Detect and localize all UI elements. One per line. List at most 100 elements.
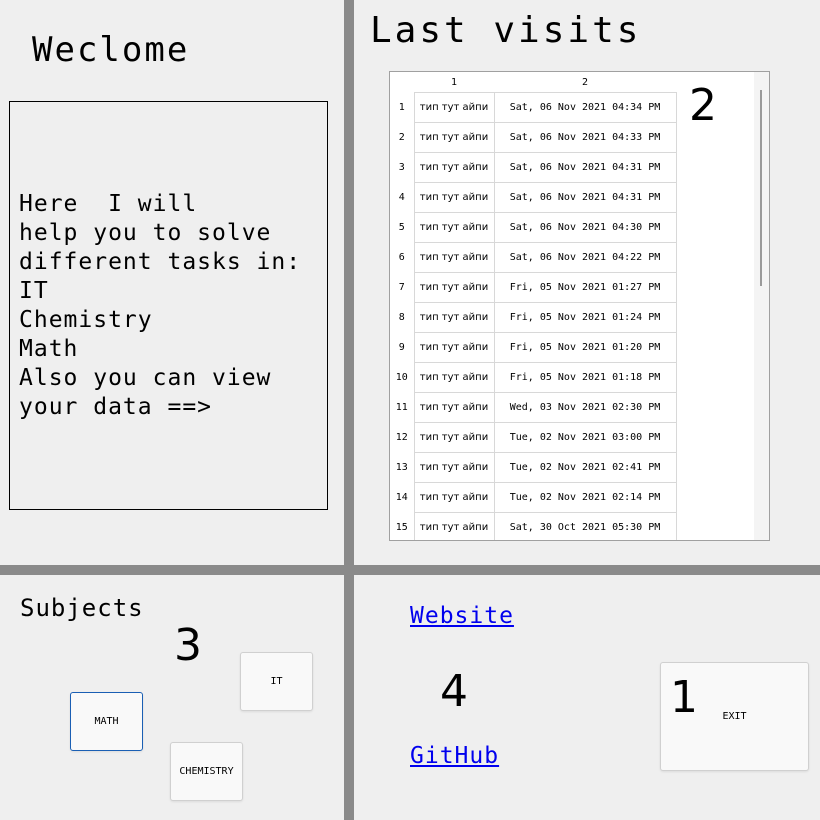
table-row[interactable]: 4 тип тут айпи Sat, 06 Nov 2021 04:31 PM	[390, 182, 753, 213]
row-number[interactable]: 3	[390, 152, 415, 183]
visit-date-cell[interactable]: Fri, 05 Nov 2021 01:18 PM	[493, 362, 677, 393]
visit-name-cell[interactable]: тип тут айпи	[413, 452, 495, 483]
visit-name-cell[interactable]: тип тут айпи	[413, 482, 495, 513]
welcome-line: Here I will	[19, 190, 198, 217]
table-row[interactable]: 8 тип тут айпи Fri, 05 Nov 2021 01:24 PM	[390, 302, 753, 333]
table-row[interactable]: 6 тип тут айпи Sat, 06 Nov 2021 04:22 PM	[390, 242, 753, 273]
vertical-splitter[interactable]	[344, 0, 354, 820]
visit-empty-cell	[676, 453, 753, 483]
visit-name-cell[interactable]: тип тут айпи	[413, 392, 495, 423]
welcome-line: your data ==>	[19, 393, 213, 420]
visit-empty-cell	[676, 243, 753, 273]
welcome-line: Chemistry	[19, 306, 153, 333]
math-button[interactable]: MATH	[70, 692, 143, 751]
subjects-title: Subjects	[20, 594, 144, 622]
visit-name-cell[interactable]: тип тут айпи	[413, 92, 495, 123]
table-row[interactable]: 13 тип тут айпи Tue, 02 Nov 2021 02:41 PM	[390, 452, 753, 483]
visit-empty-cell	[676, 483, 753, 513]
visit-date-cell[interactable]: Fri, 05 Nov 2021 01:20 PM	[493, 332, 677, 363]
visit-name-cell[interactable]: тип тут айпи	[413, 422, 495, 453]
table-scrollbar-thumb[interactable]	[760, 90, 762, 286]
visit-empty-cell	[676, 183, 753, 213]
row-number[interactable]: 13	[390, 452, 415, 483]
table-row[interactable]: 9 тип тут айпи Fri, 05 Nov 2021 01:20 PM	[390, 332, 753, 363]
website-link[interactable]: Website	[410, 603, 514, 629]
visits-badge-number: 2	[689, 80, 717, 131]
visit-name-cell[interactable]: тип тут айпи	[413, 212, 495, 243]
visit-name-cell[interactable]: тип тут айпи	[413, 512, 495, 540]
welcome-text-box: Here I will help you to solve different …	[9, 101, 328, 510]
links-badge-number: 4	[440, 666, 468, 717]
row-number[interactable]: 15	[390, 512, 415, 540]
table-row[interactable]: 7 тип тут айпи Fri, 05 Nov 2021 01:27 PM	[390, 272, 753, 303]
welcome-line: different tasks in:	[19, 248, 302, 275]
welcome-title: Weclome	[32, 30, 190, 70]
visit-date-cell[interactable]: Sat, 06 Nov 2021 04:31 PM	[493, 182, 677, 213]
visit-empty-cell	[676, 393, 753, 423]
visit-date-cell[interactable]: Sat, 06 Nov 2021 04:30 PM	[493, 212, 677, 243]
row-number[interactable]: 7	[390, 272, 415, 303]
welcome-line: Math	[19, 335, 79, 362]
github-link[interactable]: GitHub	[410, 743, 499, 769]
visit-date-cell[interactable]: Sat, 06 Nov 2021 04:31 PM	[493, 152, 677, 183]
table-row[interactable]: 14 тип тут айпи Tue, 02 Nov 2021 02:14 PM	[390, 482, 753, 513]
visits-table[interactable]: 1 2 1 тип тут айпи Sat, 06 Nov 2021 04:34 …	[389, 71, 770, 541]
visit-empty-cell	[676, 153, 753, 183]
visit-empty-cell	[676, 513, 753, 541]
row-number[interactable]: 12	[390, 422, 415, 453]
row-number[interactable]: 10	[390, 362, 415, 393]
visit-empty-cell	[676, 333, 753, 363]
table-row[interactable]: 15 тип тут айпи Sat, 30 Oct 2021 05:30 PM	[390, 512, 753, 541]
column-header-2[interactable]: 2	[494, 72, 676, 93]
visit-name-cell[interactable]: тип тут айпи	[413, 152, 495, 183]
row-number[interactable]: 8	[390, 302, 415, 333]
it-button[interactable]: IT	[240, 652, 313, 711]
visit-date-cell[interactable]: Sat, 06 Nov 2021 04:34 PM	[493, 92, 677, 123]
visit-empty-cell	[676, 303, 753, 333]
table-row[interactable]: 10 тип тут айпи Fri, 05 Nov 2021 01:18 PM	[390, 362, 753, 393]
visit-empty-cell	[676, 273, 753, 303]
visit-name-cell[interactable]: тип тут айпи	[413, 362, 495, 393]
table-row[interactable]: 5 тип тут айпи Sat, 06 Nov 2021 04:30 PM	[390, 212, 753, 243]
welcome-line: Also you can view	[19, 364, 272, 391]
table-row[interactable]: 12 тип тут айпи Tue, 02 Nov 2021 03:00 PM	[390, 422, 753, 453]
visit-name-cell[interactable]: тип тут айпи	[413, 302, 495, 333]
exit-button-label: EXIT	[722, 711, 747, 722]
welcome-line: help you to solve	[19, 219, 272, 246]
visit-date-cell[interactable]: Tue, 02 Nov 2021 02:14 PM	[493, 482, 677, 513]
last-visits-title: Last visits	[370, 10, 642, 51]
visit-date-cell[interactable]: Tue, 02 Nov 2021 02:41 PM	[493, 452, 677, 483]
visit-empty-cell	[676, 213, 753, 243]
table-row[interactable]: 11 тип тут айпи Wed, 03 Nov 2021 02:30 PM	[390, 392, 753, 423]
subjects-badge-number: 3	[174, 620, 202, 671]
welcome-line: IT	[19, 277, 49, 304]
visit-name-cell[interactable]: тип тут айпи	[413, 272, 495, 303]
visit-name-cell[interactable]: тип тут айпи	[413, 182, 495, 213]
table-row[interactable]: 3 тип тут айпи Sat, 06 Nov 2021 04:31 PM	[390, 152, 753, 183]
visit-empty-cell	[676, 363, 753, 393]
chemistry-button[interactable]: CHEMISTRY	[170, 742, 243, 801]
visit-name-cell[interactable]: тип тут айпи	[413, 242, 495, 273]
visit-date-cell[interactable]: Wed, 03 Nov 2021 02:30 PM	[493, 392, 677, 423]
row-number[interactable]: 11	[390, 392, 415, 423]
visit-date-cell[interactable]: Sat, 06 Nov 2021 04:22 PM	[493, 242, 677, 273]
row-number[interactable]: 4	[390, 182, 415, 213]
visit-date-cell[interactable]: Sat, 30 Oct 2021 05:30 PM	[493, 512, 677, 540]
corner-header	[390, 72, 414, 93]
row-number[interactable]: 1	[390, 92, 415, 123]
visit-date-cell[interactable]: Fri, 05 Nov 2021 01:27 PM	[493, 272, 677, 303]
horizontal-splitter[interactable]	[0, 565, 820, 575]
row-number[interactable]: 5	[390, 212, 415, 243]
exit-badge-number: 1	[670, 672, 698, 723]
row-number[interactable]: 14	[390, 482, 415, 513]
visit-date-cell[interactable]: Sat, 06 Nov 2021 04:33 PM	[493, 122, 677, 153]
row-number[interactable]: 6	[390, 242, 415, 273]
column-header-1[interactable]: 1	[414, 72, 494, 93]
visit-name-cell[interactable]: тип тут айпи	[413, 332, 495, 363]
visit-empty-cell	[676, 423, 753, 453]
visit-date-cell[interactable]: Tue, 02 Nov 2021 03:00 PM	[493, 422, 677, 453]
visit-name-cell[interactable]: тип тут айпи	[413, 122, 495, 153]
row-number[interactable]: 2	[390, 122, 415, 153]
row-number[interactable]: 9	[390, 332, 415, 363]
visit-date-cell[interactable]: Fri, 05 Nov 2021 01:24 PM	[493, 302, 677, 333]
